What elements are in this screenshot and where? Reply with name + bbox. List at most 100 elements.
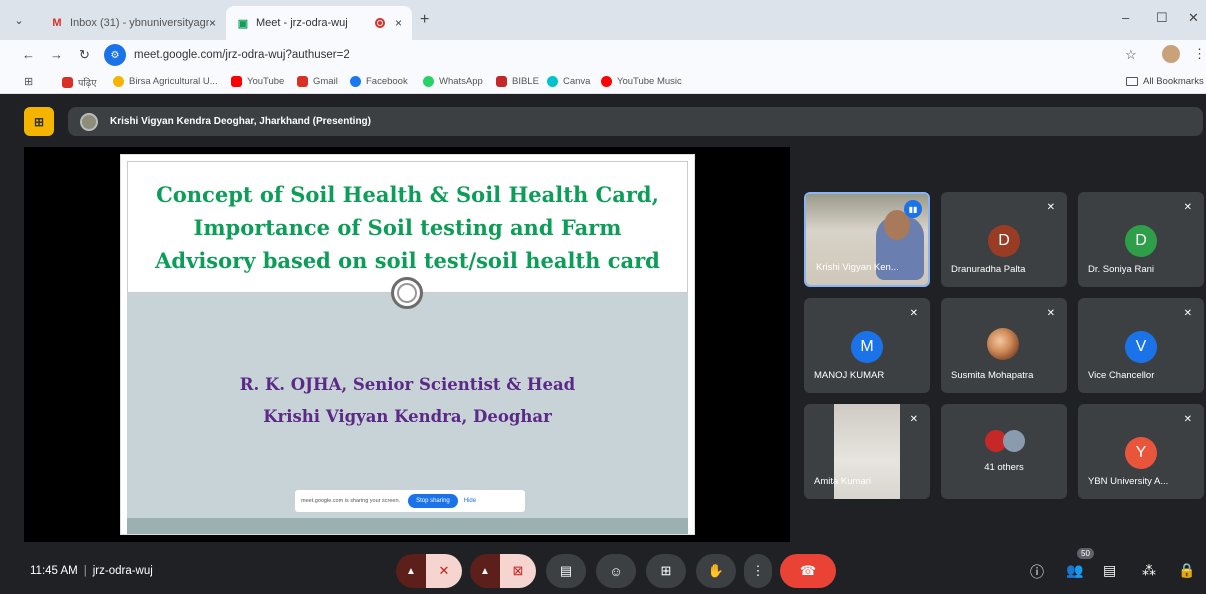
close-window-button[interactable]: ✕ bbox=[1188, 10, 1199, 26]
tab-gmail[interactable]: M Inbox (31) - ybnuniversityagric × bbox=[40, 6, 226, 40]
slide-ring-ornament bbox=[391, 277, 423, 309]
mic-off-icon: ✕ bbox=[909, 414, 918, 425]
bookmark-item[interactable]: Facebook bbox=[350, 76, 408, 87]
mic-off-icon: ✕ bbox=[909, 308, 918, 319]
info-icon[interactable]: ⓘ bbox=[1030, 562, 1044, 582]
close-tab-icon[interactable]: × bbox=[395, 16, 402, 30]
tab-search-icon[interactable]: ⌄ bbox=[8, 9, 30, 31]
others-tile[interactable]: 41 others bbox=[941, 404, 1067, 499]
bookmark-label: Gmail bbox=[313, 76, 338, 87]
audio-options-button[interactable]: ▲ bbox=[396, 554, 426, 588]
participant-name: MANOJ KUMAR bbox=[814, 370, 885, 381]
bookmarks-bar: ⊞ पढ़िए Birsa Agricultural U... YouTube … bbox=[0, 70, 1206, 94]
presenter-bar: Krishi Vigyan Kendra Deoghar, Jharkhand … bbox=[68, 107, 1203, 136]
participant-tile[interactable]: ✕ Amita Kumari bbox=[804, 404, 930, 499]
bookmark-favicon-icon bbox=[601, 76, 612, 87]
browser-menu-icon[interactable]: ⋮ bbox=[1193, 46, 1206, 62]
maximize-button[interactable]: ☐ bbox=[1156, 10, 1168, 26]
speaking-indicator-icon: ▮▮ bbox=[904, 200, 922, 218]
people-icon[interactable]: 👥 bbox=[1066, 562, 1083, 579]
participant-tile[interactable]: ✕ Susmita Mohapatra bbox=[941, 298, 1067, 393]
camera-button[interactable]: ⊠ bbox=[500, 554, 536, 588]
participant-tile[interactable]: ✕ D Dranuradha Palta bbox=[941, 192, 1067, 287]
host-controls-icon[interactable]: 🔒 bbox=[1178, 562, 1195, 579]
present-button[interactable]: ⊞ bbox=[646, 554, 686, 588]
activities-icon[interactable]: ⁂ bbox=[1142, 562, 1156, 579]
participant-tile[interactable]: ✕ M MANOJ KUMAR bbox=[804, 298, 930, 393]
mic-off-icon: ✕ bbox=[1046, 308, 1055, 319]
microphone-button[interactable]: ✕ bbox=[426, 554, 462, 588]
gmail-icon: M bbox=[52, 17, 62, 29]
camera-off-icon: ⊠ bbox=[512, 563, 524, 578]
slide-title: Concept of Soil Health & Soil Health Car… bbox=[155, 178, 660, 277]
url-text[interactable]: meet.google.com/jrz-odra-wuj?authuser=2 bbox=[134, 49, 350, 61]
bookmark-item[interactable]: Gmail bbox=[297, 76, 338, 87]
bookmark-label: Facebook bbox=[366, 76, 408, 87]
hide-notice-link[interactable]: Hide bbox=[464, 498, 476, 504]
leave-call-button[interactable]: ☎ bbox=[780, 554, 836, 588]
bookmark-favicon-icon bbox=[496, 76, 507, 87]
participant-name: Krishi Vigyan Ken... bbox=[816, 262, 899, 273]
bookmark-item[interactable]: YouTube bbox=[231, 76, 284, 87]
participant-tile[interactable]: ✕ D Dr. Soniya Rani bbox=[1078, 192, 1204, 287]
participant-avatar: M bbox=[851, 331, 883, 363]
more-options-button[interactable]: ⋮ bbox=[744, 554, 772, 588]
emoji-icon: ☺ bbox=[609, 563, 623, 579]
participant-photo bbox=[987, 328, 1019, 360]
bookmark-label: YouTube Music bbox=[617, 76, 682, 87]
slide-footer-band bbox=[127, 518, 688, 534]
participant-tile[interactable]: ▮▮ Krishi Vigyan Ken... bbox=[804, 192, 930, 287]
emoji-button[interactable]: ☺ bbox=[596, 554, 636, 588]
profile-avatar[interactable] bbox=[1162, 45, 1180, 63]
participant-avatar: D bbox=[1125, 225, 1157, 257]
participant-avatar: D bbox=[988, 225, 1020, 257]
bookmark-label: Birsa Agricultural U... bbox=[129, 76, 218, 87]
bookmark-item[interactable]: WhatsApp bbox=[423, 76, 483, 87]
stop-sharing-button[interactable]: Stop sharing bbox=[408, 494, 458, 508]
site-info-icon[interactable]: ⚙ bbox=[104, 44, 126, 66]
slide-author: R. K. OJHA, Senior Scientist & Head Kris… bbox=[127, 369, 688, 433]
bookmark-item[interactable]: YouTube Music bbox=[601, 76, 682, 87]
participant-name: Amita Kumari bbox=[814, 476, 872, 487]
new-tab-button[interactable]: + bbox=[420, 11, 429, 29]
tab-strip: ⌄ M Inbox (31) - ybnuniversityagric × ▣ … bbox=[0, 0, 1206, 40]
bookmark-favicon-icon bbox=[113, 76, 124, 87]
participant-tile[interactable]: ✕ Y YBN University A... bbox=[1078, 404, 1204, 499]
participant-name: Dranuradha Palta bbox=[951, 264, 1026, 275]
folder-icon bbox=[1126, 77, 1138, 86]
video-options-button[interactable]: ▲ bbox=[470, 554, 500, 588]
bookmark-label: WhatsApp bbox=[439, 76, 483, 87]
mic-off-icon: ✕ bbox=[1046, 202, 1055, 213]
slide-body: R. K. OJHA, Senior Scientist & Head Kris… bbox=[127, 293, 688, 518]
close-tab-icon[interactable]: × bbox=[209, 16, 216, 30]
bookmark-star-icon[interactable]: ☆ bbox=[1125, 47, 1137, 63]
meet-icon: ▣ bbox=[237, 17, 249, 30]
bookmark-item[interactable]: BIBLE bbox=[496, 76, 539, 87]
reload-button[interactable]: ↻ bbox=[79, 47, 90, 63]
presenter-avatar bbox=[80, 112, 98, 131]
all-bookmarks-button[interactable]: All Bookmarks bbox=[1126, 76, 1204, 87]
minimize-button[interactable]: – bbox=[1122, 10, 1129, 25]
presentation-icon[interactable]: ⊞ bbox=[24, 107, 54, 136]
tab-meet[interactable]: ▣ Meet - jrz-odra-wuj × bbox=[226, 6, 412, 40]
bookmark-item[interactable]: Birsa Agricultural U... bbox=[113, 76, 218, 87]
bookmark-item[interactable]: Canva bbox=[547, 76, 590, 87]
slide-author-line: Krishi Vigyan Kendra, Deoghar bbox=[263, 407, 552, 426]
shared-screen: Concept of Soil Health & Soil Health Car… bbox=[24, 147, 790, 542]
slide-title-line: Advisory based on soil test/soil health … bbox=[155, 247, 660, 273]
bookmark-item[interactable]: पढ़िए bbox=[62, 76, 96, 89]
meeting-info: 11:45 AM | jrz-odra-wuj bbox=[30, 565, 153, 577]
forward-button[interactable]: → bbox=[50, 47, 63, 62]
participant-name: Vice Chancellor bbox=[1088, 370, 1155, 381]
chat-icon[interactable]: ▤ bbox=[1103, 562, 1116, 579]
back-button[interactable]: ← bbox=[22, 47, 35, 62]
bookmark-label: पढ़िए bbox=[78, 78, 97, 89]
raise-hand-button[interactable]: ✋ bbox=[696, 554, 736, 588]
address-bar[interactable]: ⚙ meet.google.com/jrz-odra-wuj?authuser=… bbox=[104, 43, 1104, 67]
mic-off-icon: ✕ bbox=[438, 563, 450, 578]
participant-tile[interactable]: ✕ V Vice Chancellor bbox=[1078, 298, 1204, 393]
screen-share-notice: meet.google.com is sharing your screen. … bbox=[295, 490, 525, 512]
clock-time: 11:45 AM bbox=[30, 565, 78, 577]
captions-button[interactable]: ▤ bbox=[546, 554, 586, 588]
apps-grid-icon[interactable]: ⊞ bbox=[24, 75, 33, 88]
